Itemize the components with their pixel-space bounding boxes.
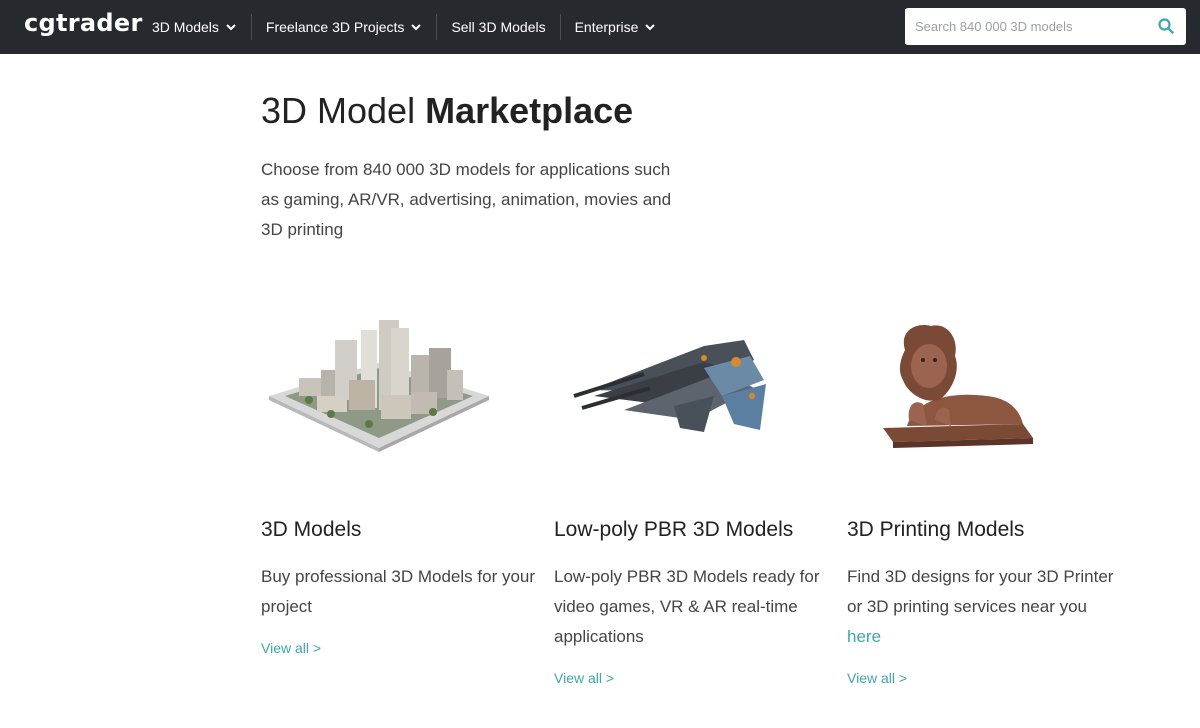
nav-freelance-projects[interactable]: Freelance 3D Projects: [252, 13, 437, 41]
city-model-illustration[interactable]: [261, 300, 521, 480]
search-icon[interactable]: [1158, 18, 1174, 34]
nav-3d-models[interactable]: 3D Models: [138, 13, 251, 41]
chevron-down-icon: [644, 21, 656, 33]
main-nav: 3D Models Freelance 3D Projects Sell 3D …: [138, 0, 670, 54]
lion-statue-illustration[interactable]: [847, 300, 1107, 480]
card-title: 3D Printing Models: [847, 518, 1025, 541]
card-description: Find 3D designs for your 3D Printer or 3…: [847, 562, 1122, 652]
chevron-down-icon: [410, 21, 422, 33]
page-title-bold: Marketplace: [425, 90, 634, 131]
spaceship-model-illustration[interactable]: [554, 300, 814, 480]
search-input[interactable]: [905, 9, 1145, 44]
nav-sell-models-label: Sell 3D Models: [451, 19, 546, 35]
card-description-text: Find 3D designs for your 3D Printer or 3…: [847, 567, 1114, 616]
nav-freelance-projects-label: Freelance 3D Projects: [265, 19, 405, 35]
cgtrader-logo[interactable]: cgtrader: [24, 9, 143, 37]
printing-services-link[interactable]: here: [847, 627, 881, 646]
search-box: [905, 8, 1186, 45]
card-title: Low-poly PBR 3D Models: [554, 518, 794, 541]
card-description: Low-poly PBR 3D Models ready for video g…: [554, 567, 820, 646]
top-navbar: cgtrader 3D Models Freelance 3D Projects…: [0, 0, 1200, 54]
nav-sell-models[interactable]: Sell 3D Models: [437, 13, 559, 41]
nav-enterprise[interactable]: Enterprise: [561, 13, 671, 41]
chevron-down-icon: [225, 21, 237, 33]
nav-enterprise-label: Enterprise: [574, 19, 639, 35]
page-title: 3D Model Marketplace: [261, 90, 633, 132]
card-description: Buy professional 3D Models for your proj…: [261, 567, 536, 616]
nav-3d-models-label: 3D Models: [152, 19, 219, 35]
view-all-link[interactable]: View all >: [261, 640, 321, 656]
card-title: 3D Models: [261, 518, 362, 541]
view-all-link[interactable]: View all >: [554, 670, 614, 686]
hero-description: Choose from 840 000 3D models for applic…: [261, 160, 672, 239]
page-title-light: 3D Model: [261, 90, 416, 131]
view-all-link[interactable]: View all >: [847, 670, 907, 686]
